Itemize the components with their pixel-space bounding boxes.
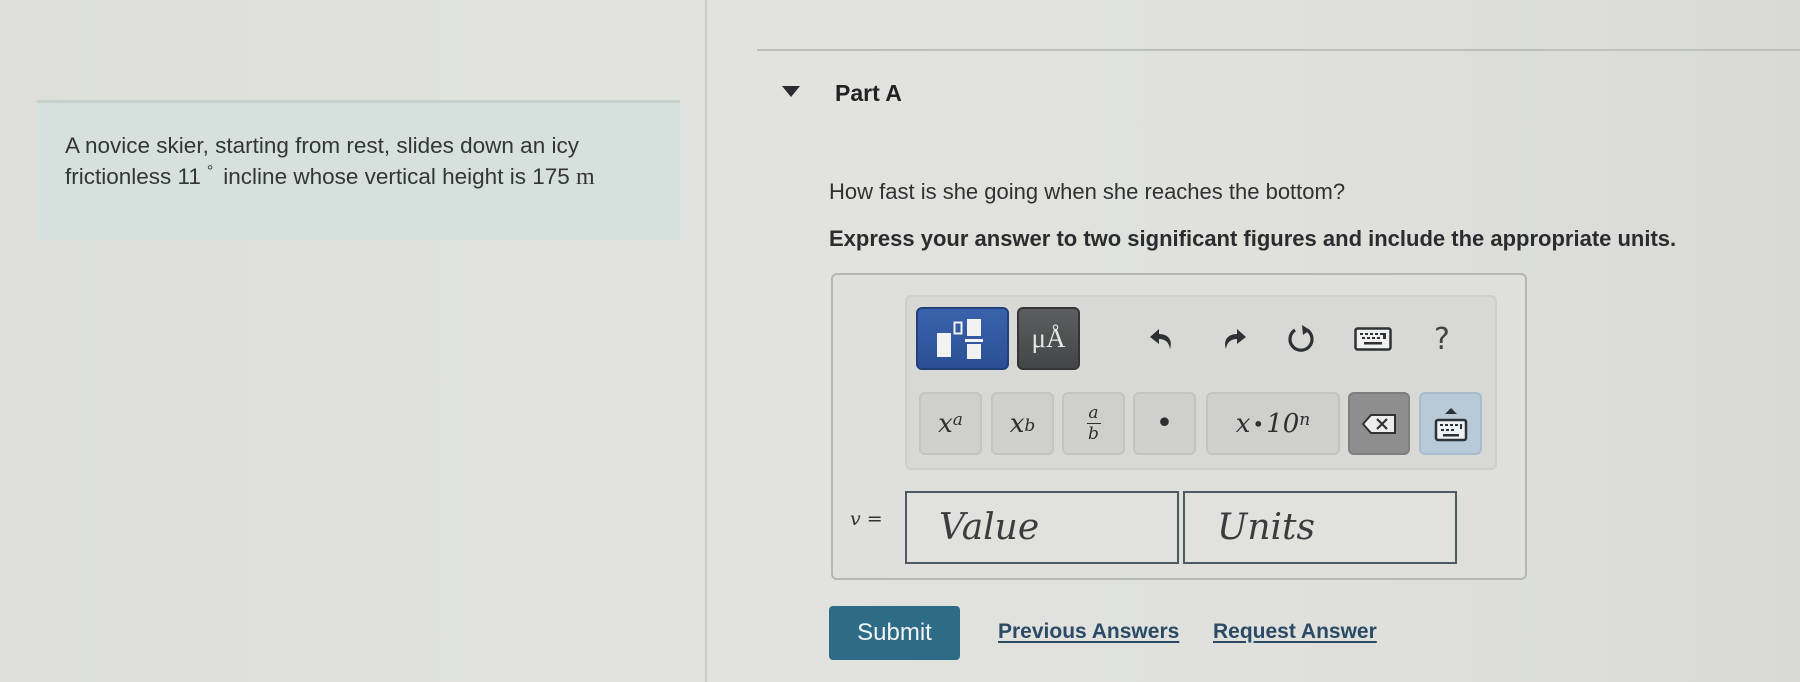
value-input[interactable] (905, 491, 1179, 564)
instruction-text: Express your answer to two significant f… (829, 226, 1677, 251)
part-separator (757, 49, 1800, 51)
units-button[interactable]: μÅ (1017, 307, 1080, 370)
fraction-glyph: a b (1086, 402, 1101, 445)
multiply-dot-key[interactable]: • (1133, 392, 1196, 455)
units-input[interactable] (1183, 491, 1457, 564)
backspace-icon (1361, 413, 1396, 434)
reset-button[interactable] (1282, 319, 1322, 359)
part-title[interactable]: Part A (835, 80, 902, 107)
column-divider (705, 0, 707, 682)
degree-symbol: ° (206, 163, 214, 180)
keyboard-toggle-button[interactable] (1419, 392, 1482, 455)
keyboard-shortcuts-button[interactable] (1353, 319, 1393, 359)
help-button[interactable]: ? (1422, 319, 1462, 359)
scientific-notation-key[interactable]: x • 10 n (1206, 392, 1340, 455)
undo-button[interactable] (1142, 319, 1182, 359)
keyboard-icon (1354, 327, 1392, 351)
question-text: How fast is she going when she reaches t… (829, 179, 1346, 204)
keyboard-toggle-icon (1434, 407, 1467, 441)
part-collapse-toggle-icon[interactable] (782, 86, 800, 97)
math-toolbar: μÅ ? x a x b a b • x • 10 n (905, 295, 1497, 470)
problem-text: A novice skier, starting from rest, slid… (65, 133, 595, 190)
undo-icon (1150, 329, 1171, 349)
subscript-key[interactable]: xb (991, 392, 1054, 455)
height-unit: m (576, 164, 595, 190)
templates-button[interactable] (916, 307, 1009, 370)
templates-icon (936, 318, 983, 359)
fraction-key[interactable]: a b (1062, 392, 1125, 455)
answer-variable-label: v = (850, 508, 883, 530)
previous-answers-link[interactable]: Previous Answers (998, 620, 1179, 644)
answer-panel: μÅ ? x a x b a b • x • 10 n v = Value Un… (831, 273, 1527, 580)
problem-statement: A novice skier, starting from rest, slid… (37, 100, 680, 240)
redo-button[interactable] (1214, 319, 1254, 359)
reset-icon (1288, 325, 1314, 352)
superscript-key[interactable]: xa (919, 392, 982, 455)
backspace-key[interactable] (1348, 392, 1410, 455)
submit-button[interactable]: Submit (829, 606, 960, 660)
redo-icon (1225, 329, 1246, 349)
request-answer-link[interactable]: Request Answer (1213, 620, 1377, 644)
